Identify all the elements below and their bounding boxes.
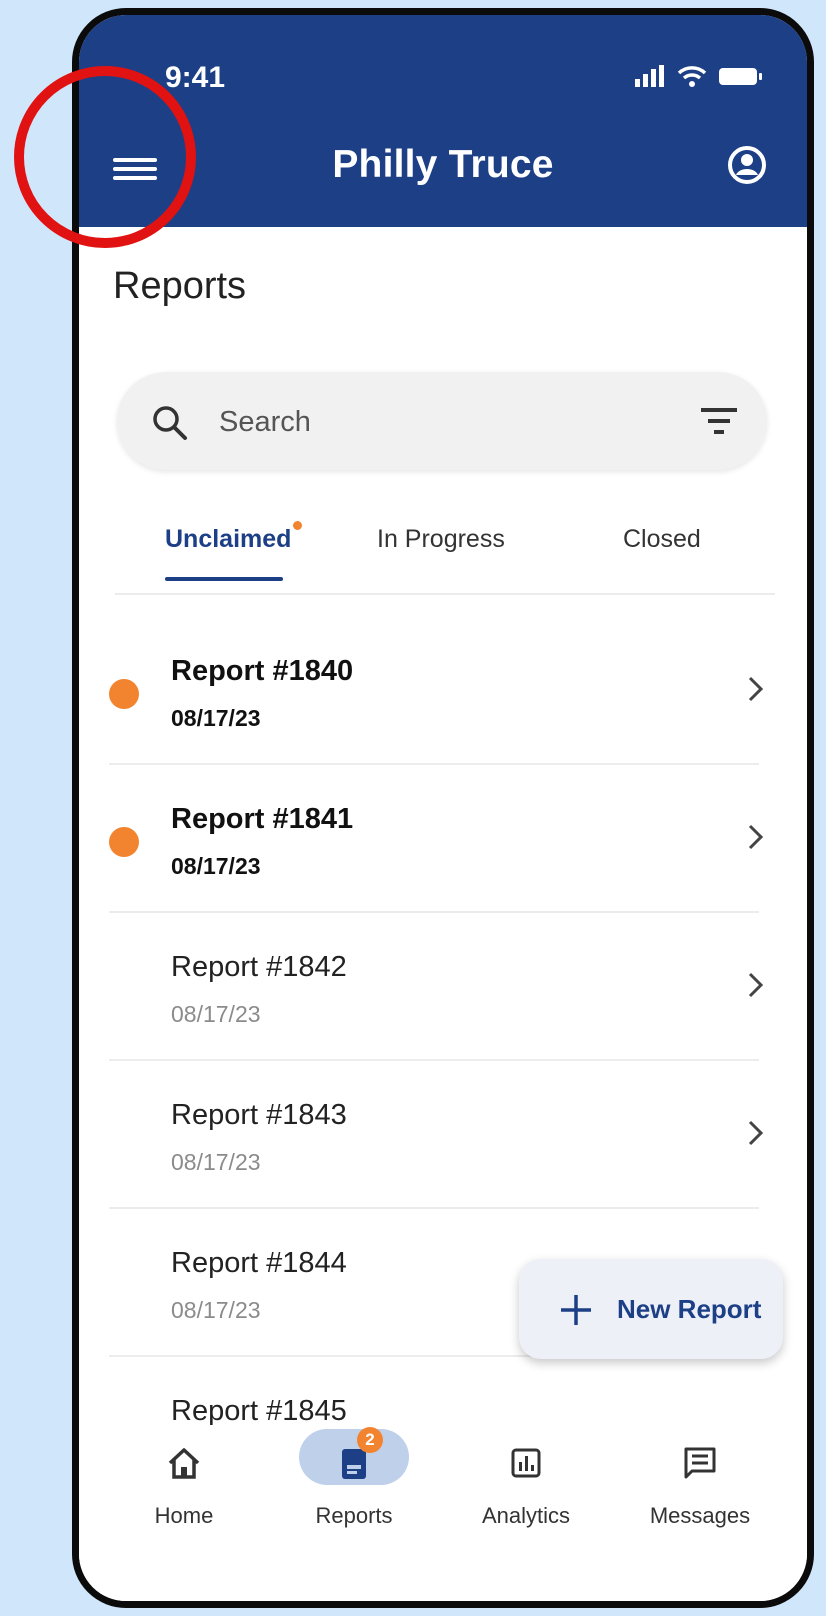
wifi-icon	[677, 66, 707, 87]
active-tab-indicator	[165, 577, 283, 581]
report-title: Report #1840	[171, 655, 354, 687]
status-time: 9:41	[165, 61, 226, 94]
bottom-navigation: Home 2 Reports Analytics Messages	[79, 1425, 807, 1601]
report-date: 08/17/23	[171, 1001, 261, 1027]
chevron-right-icon	[748, 1120, 764, 1146]
signal-icon	[635, 65, 664, 87]
chevron-right-icon	[748, 676, 764, 702]
nav-reports[interactable]: 2 Reports	[279, 1425, 429, 1545]
nav-messages-label: Messages	[649, 1503, 751, 1528]
report-date: 08/17/23	[171, 1297, 261, 1323]
report-title: Report #1845	[171, 1395, 347, 1427]
report-title: Report #1842	[171, 951, 347, 983]
report-date: 08/17/23	[171, 853, 261, 879]
app-title: Philly Truce	[332, 143, 554, 186]
search-icon	[153, 406, 187, 440]
nav-messages[interactable]: Messages	[625, 1425, 775, 1545]
page-title: Reports	[113, 265, 247, 307]
tab-closed[interactable]: Closed	[623, 525, 701, 554]
nav-reports-label: Reports	[315, 1503, 393, 1528]
tab-in-progress[interactable]: In Progress	[377, 525, 505, 554]
tab-unclaimed[interactable]: Unclaimed	[165, 525, 291, 554]
report-tabs: Unclaimed In Progress Closed	[115, 513, 775, 595]
report-title: Report #1843	[171, 1099, 347, 1131]
new-report-label: New Report	[617, 1294, 762, 1324]
search-bar	[117, 372, 767, 470]
chevron-right-icon	[748, 824, 764, 850]
list-item[interactable]: Report #1843 08/17/23	[109, 1059, 764, 1209]
analytics-icon	[511, 1448, 541, 1478]
messages-icon	[684, 1447, 716, 1479]
unread-dot	[109, 827, 139, 857]
nav-analytics-label: Analytics	[481, 1503, 571, 1528]
nav-home[interactable]: Home	[109, 1425, 259, 1545]
unread-dot	[109, 679, 139, 709]
list-item[interactable]: Report #1842 08/17/23	[109, 911, 764, 1061]
reports-badge: 2	[357, 1427, 383, 1453]
report-title: Report #1841	[171, 803, 354, 835]
list-item[interactable]: Report #1841 08/17/23	[109, 763, 764, 913]
report-date: 08/17/23	[171, 1149, 261, 1175]
report-title: Report #1844	[171, 1247, 347, 1279]
report-date: 08/17/23	[171, 705, 261, 731]
nav-home-label: Home	[154, 1503, 214, 1528]
status-icons	[635, 65, 763, 87]
chevron-right-icon	[748, 972, 764, 998]
search-input[interactable]	[217, 397, 661, 447]
account-circle-icon[interactable]	[727, 145, 767, 185]
new-report-button[interactable]: New Report	[519, 1259, 783, 1359]
filter-icon[interactable]	[701, 406, 737, 436]
nav-analytics[interactable]: Analytics	[451, 1425, 601, 1545]
tab-notification-dot	[293, 521, 302, 530]
home-icon	[168, 1448, 200, 1479]
phone-frame: 9:41 Philly Truce Reports Search Unclaim…	[72, 8, 814, 1608]
plus-icon	[561, 1295, 591, 1325]
app-bar: 9:41 Philly Truce	[79, 15, 807, 227]
battery-icon	[719, 68, 762, 85]
list-item[interactable]: Report #1840 08/17/23	[109, 615, 764, 765]
